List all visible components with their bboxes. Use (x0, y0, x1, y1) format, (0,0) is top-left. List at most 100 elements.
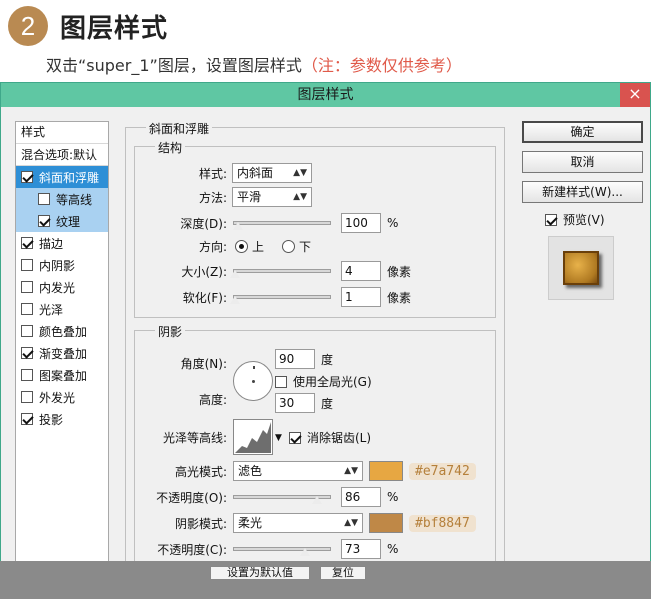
global-light-checkbox[interactable] (275, 375, 287, 388)
shadow-mode-value: 柔光 (238, 516, 263, 530)
shading-group: 阴影 角度(N): 90 度 使用全局光(G) 高度: 30 度 光泽等高线: … (134, 323, 496, 562)
close-icon[interactable]: × (620, 83, 650, 107)
style-item-texture[interactable]: 纹理 (16, 210, 108, 232)
highlight-mode-label: 高光模式: (174, 464, 227, 479)
direction-down-radio[interactable] (282, 240, 296, 253)
percent-unit: % (387, 542, 399, 556)
depth-input[interactable]: 100 (341, 213, 381, 233)
step-instruction: 双击“super_1”图层，设置图层样式 (46, 56, 302, 75)
dialog-titlebar: 图层样式 × (1, 83, 650, 107)
soften-slider[interactable] (228, 290, 331, 305)
bevel-group-title: 斜面和浮雕 (146, 120, 213, 137)
style-item-contour[interactable]: 等高线 (16, 188, 108, 210)
altitude-input[interactable]: 30 (275, 393, 315, 413)
chevron-updown-icon: ▲▼ (293, 192, 307, 202)
slider-thumb[interactable] (231, 222, 244, 231)
size-unit: 像素 (387, 264, 412, 279)
antialias-checkbox[interactable] (289, 431, 301, 444)
size-label: 大小(Z): (181, 264, 227, 279)
shadow-opacity-slider[interactable] (233, 542, 331, 557)
contour-checkbox[interactable] (38, 193, 50, 205)
highlight-opacity-slider[interactable] (233, 490, 331, 505)
style-item-bevel-emboss[interactable]: 斜面和浮雕 (16, 166, 108, 188)
style-item-label: 投影 (39, 412, 64, 427)
slider-track (233, 269, 331, 273)
technique-value: 平滑 (237, 190, 262, 204)
soften-label: 软化(F): (182, 290, 227, 305)
step-number-badge: 2 (8, 6, 48, 46)
style-item-satin[interactable]: 光泽 (16, 298, 108, 320)
angle-input[interactable]: 90 (275, 349, 315, 369)
slider-thumb[interactable] (311, 496, 324, 505)
preview-checkbox[interactable] (545, 213, 557, 226)
soften-input[interactable]: 1 (341, 287, 381, 307)
stroke-checkbox[interactable] (21, 237, 33, 249)
technique-select[interactable]: 平滑 ▲▼ (232, 187, 312, 207)
cancel-button[interactable]: 取消 (522, 151, 643, 173)
direction-down-label: 下 (299, 240, 312, 254)
slider-thumb[interactable] (228, 270, 241, 279)
highlight-color-swatch[interactable] (369, 461, 403, 481)
pattern-overlay-checkbox[interactable] (21, 369, 33, 381)
style-item-inner-glow[interactable]: 内发光 (16, 276, 108, 298)
depth-unit: % (387, 216, 399, 230)
outer-glow-checkbox[interactable] (21, 391, 33, 403)
style-item-color-overlay[interactable]: 颜色叠加 (16, 320, 108, 342)
ok-button[interactable]: 确定 (522, 121, 643, 143)
shadow-color-swatch[interactable] (369, 513, 403, 533)
preview-toggle[interactable]: 预览(V) (545, 211, 605, 228)
style-item-label: 等高线 (56, 192, 93, 207)
style-list-header[interactable]: 样式 (16, 122, 108, 144)
dialog-title: 图层样式 (297, 87, 354, 103)
gloss-contour-picker[interactable] (233, 419, 273, 455)
chevron-updown-icon: ▲▼ (344, 466, 358, 476)
texture-checkbox[interactable] (38, 215, 50, 227)
global-light-label: 使用全局光(G) (293, 375, 372, 389)
set-default-button[interactable]: 设置为默认值 (210, 566, 310, 580)
altitude-label: 高度: (198, 393, 227, 407)
bevel-emboss-group: 斜面和浮雕 结构 样式: 内斜面 ▲▼ 方法: 平滑 ▲▼ 深度(D): 100… (125, 120, 505, 597)
shadow-mode-label: 阴影模式: (174, 516, 227, 531)
bevel-style-select[interactable]: 内斜面 ▲▼ (232, 163, 312, 183)
style-item-gradient-overlay[interactable]: 渐变叠加 (16, 342, 108, 364)
step-subtitle: 双击“super_1”图层，设置图层样式（注：参数仅供参考） (46, 52, 462, 76)
shadow-hex-label: #bf8847 (409, 514, 476, 532)
style-list: 样式 混合选项:默认 斜面和浮雕 等高线 纹理 描边 内阴影 内发光 光泽 颜色… (15, 121, 109, 591)
angle-dial[interactable] (233, 361, 273, 401)
chevron-updown-icon: ▲▼ (344, 518, 358, 528)
style-item-inner-shadow[interactable]: 内阴影 (16, 254, 108, 276)
depth-label: 深度(D): (180, 216, 227, 231)
style-label: 样式: (198, 166, 227, 181)
highlight-mode-select[interactable]: 滤色 ▲▼ (233, 461, 363, 481)
percent-unit: % (387, 490, 399, 504)
color-overlay-checkbox[interactable] (21, 325, 33, 337)
direction-up-radio[interactable] (235, 240, 248, 253)
step-note: （注：参数仅供参考） (301, 56, 462, 75)
inner-glow-checkbox[interactable] (21, 281, 33, 293)
size-slider[interactable] (228, 264, 331, 279)
style-item-label: 纹理 (56, 214, 81, 229)
style-item-pattern-overlay[interactable]: 图案叠加 (16, 364, 108, 386)
style-item-drop-shadow[interactable]: 投影 (16, 408, 108, 430)
bevel-checkbox[interactable] (21, 171, 33, 183)
chevron-down-icon[interactable]: ▼ (275, 433, 282, 443)
slider-thumb[interactable] (298, 548, 311, 557)
reset-button[interactable]: 复位 (320, 566, 366, 580)
satin-checkbox[interactable] (21, 303, 33, 315)
highlight-opacity-input[interactable]: 86 (341, 487, 381, 507)
shadow-mode-select[interactable]: 柔光 ▲▼ (233, 513, 363, 533)
angle-label: 角度(N): (180, 357, 227, 371)
chevron-updown-icon: ▲▼ (293, 168, 307, 178)
slider-thumb[interactable] (228, 296, 241, 305)
inner-shadow-checkbox[interactable] (21, 259, 33, 271)
gradient-overlay-checkbox[interactable] (21, 347, 33, 359)
blend-options-item[interactable]: 混合选项:默认 (16, 144, 108, 166)
size-input[interactable]: 4 (341, 261, 381, 281)
new-style-button[interactable]: 新建样式(W)... (522, 181, 643, 203)
depth-slider[interactable] (231, 216, 331, 231)
slider-track (233, 221, 331, 225)
style-item-outer-glow[interactable]: 外发光 (16, 386, 108, 408)
shadow-opacity-input[interactable]: 73 (341, 539, 381, 559)
style-item-stroke[interactable]: 描边 (16, 232, 108, 254)
drop-shadow-checkbox[interactable] (21, 413, 33, 425)
